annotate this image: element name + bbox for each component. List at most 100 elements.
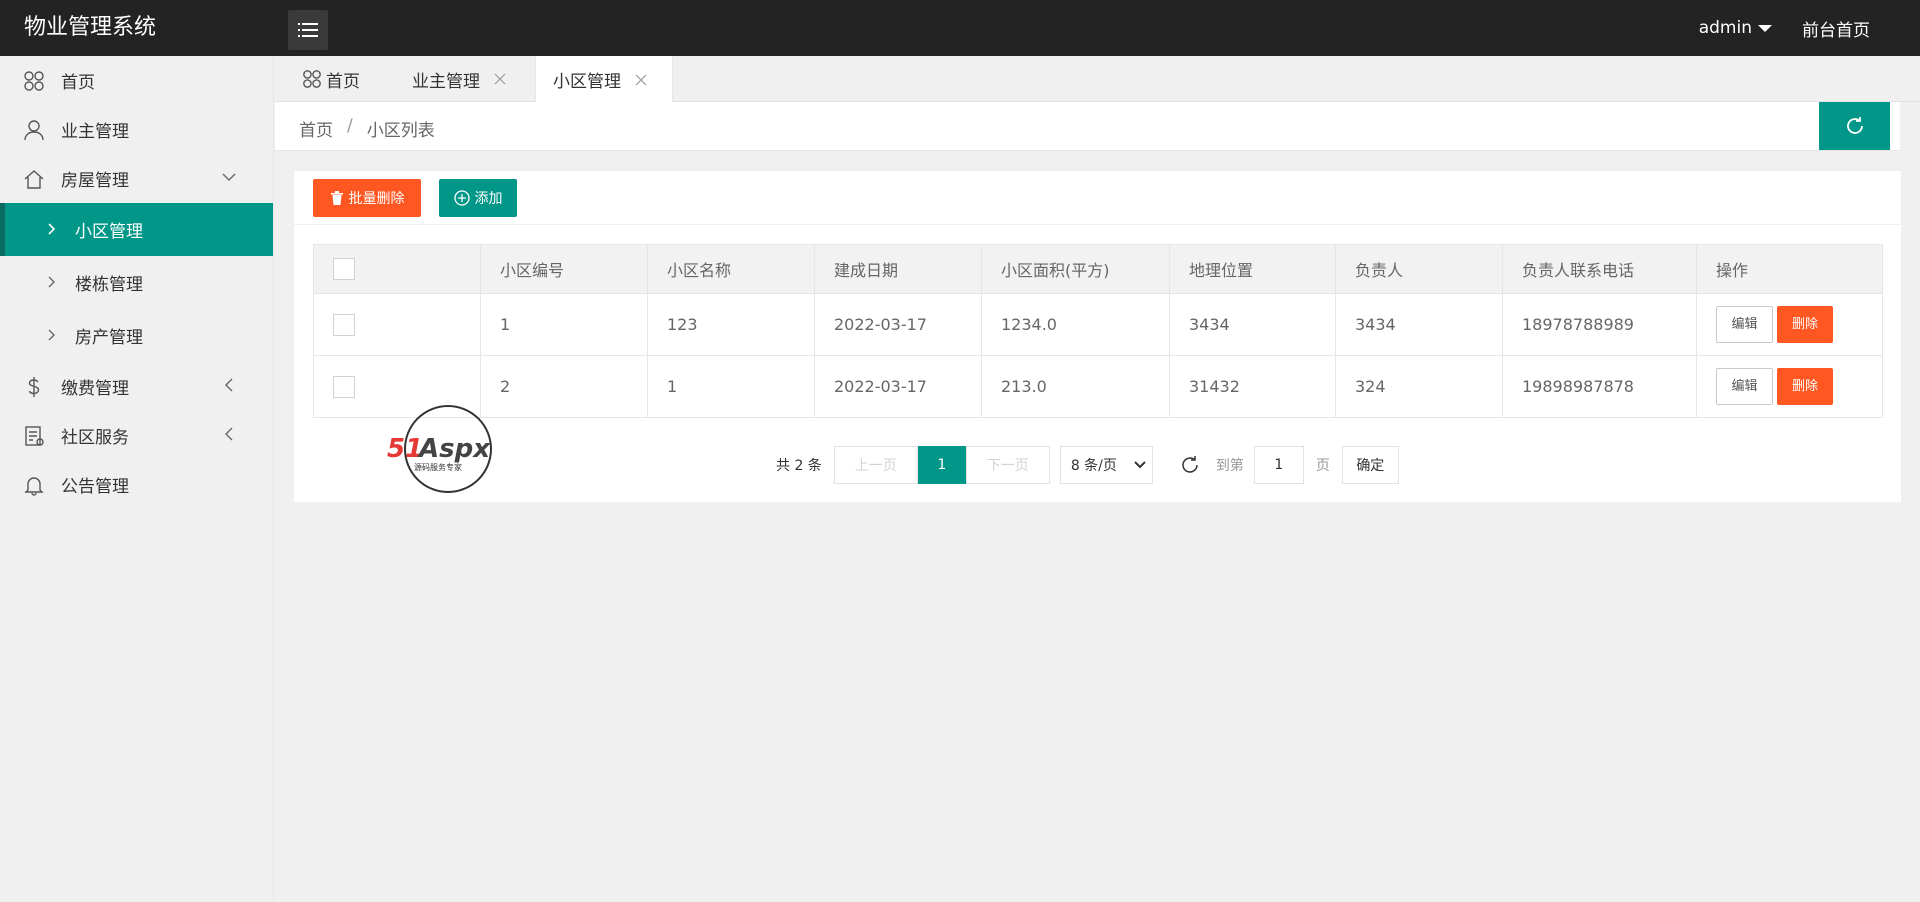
- delete-button[interactable]: 删除: [1777, 306, 1833, 343]
- column-header: 小区编号: [480, 244, 648, 294]
- sidebar-item-label: 小区管理: [75, 222, 143, 242]
- row-checkbox[interactable]: [333, 375, 355, 398]
- sidebar-item-label: 首页: [61, 73, 95, 93]
- delete-button[interactable]: 删除: [1777, 368, 1833, 405]
- table-cell: 1: [480, 293, 648, 356]
- prev-page-button[interactable]: 上一页: [833, 446, 918, 484]
- column-header: 负责人: [1335, 244, 1503, 294]
- refresh-button[interactable]: [1819, 102, 1890, 150]
- sidebar-item-property[interactable]: 房产管理: [0, 309, 273, 362]
- breadcrumb: 首页 / 小区列表: [299, 116, 435, 141]
- table-row: 1 123 2022-03-17 1234.0 3434 3434 189787…: [313, 293, 1883, 356]
- table-cell: 2022-03-17: [814, 293, 982, 356]
- close-icon[interactable]: [494, 73, 506, 85]
- batch-delete-label: 批量删除: [348, 191, 405, 207]
- actions-cell: 编辑 删除: [1696, 355, 1883, 418]
- user-icon: [22, 118, 46, 142]
- sidebar-item-label: 缴费管理: [61, 379, 129, 399]
- sidebar-item-label: 房屋管理: [61, 171, 129, 191]
- tab-home[interactable]: 首页: [275, 56, 385, 102]
- home-icon: [22, 167, 46, 191]
- tab-owners[interactable]: 业主管理: [385, 56, 535, 102]
- sidebar-item-building[interactable]: 楼栋管理: [0, 256, 273, 309]
- goto-page-input[interactable]: [1253, 446, 1304, 484]
- actions-cell: 编辑 删除: [1696, 293, 1883, 356]
- menu-toggle-button[interactable]: [288, 10, 328, 50]
- sidebar-item-label: 业主管理: [61, 122, 129, 142]
- add-label: 添加: [474, 191, 503, 207]
- clover-icon: [303, 70, 321, 88]
- svg-text:51: 51: [387, 434, 423, 464]
- user-name: admin: [1698, 18, 1752, 38]
- table-cell: 18978788989: [1502, 293, 1697, 356]
- list-icon: [298, 23, 318, 37]
- table-cell: 1234.0: [981, 293, 1170, 356]
- select-all-cell: [313, 244, 481, 294]
- table-cell: 19898987878: [1502, 355, 1697, 418]
- table-cell: 213.0: [981, 355, 1170, 418]
- sidebar-item-housing[interactable]: 房屋管理: [0, 154, 273, 203]
- table-cell: 324: [1335, 355, 1503, 418]
- app-title: 物业管理系统: [24, 15, 157, 40]
- add-circle-icon: [453, 190, 470, 206]
- sidebar-item-label: 楼栋管理: [75, 275, 143, 295]
- breadcrumb-bar: 首页 / 小区列表: [275, 102, 1900, 151]
- page-number-button[interactable]: 1: [917, 446, 966, 484]
- service-icon: [22, 424, 46, 448]
- tab-bar: 首页 业主管理 小区管理: [275, 56, 1920, 103]
- front-home-link[interactable]: 前台首页: [1802, 16, 1870, 41]
- page-size-value: 8 条/页: [1070, 458, 1117, 474]
- sidebar: 首页 业主管理 房屋管理 小区管理 楼栋管理 房产管理 缴费管理 社区服务 公告…: [0, 56, 274, 902]
- table-cell: 123: [647, 293, 815, 356]
- chevron-right-icon: [44, 221, 58, 237]
- column-header: 操作: [1696, 244, 1883, 294]
- chevron-left-icon: [219, 375, 239, 395]
- sidebar-item-home[interactable]: 首页: [0, 56, 273, 105]
- breadcrumb-home[interactable]: 首页: [299, 116, 333, 141]
- add-button[interactable]: 添加: [439, 179, 517, 217]
- row-checkbox[interactable]: [333, 313, 355, 336]
- chevron-left-icon: [219, 424, 239, 444]
- column-header: 地理位置: [1169, 244, 1336, 294]
- dollar-icon: [22, 375, 46, 399]
- bell-icon: [22, 473, 46, 497]
- page-size-select[interactable]: 8 条/页: [1059, 446, 1153, 484]
- chevron-right-icon: [44, 274, 58, 290]
- breadcrumb-separator: /: [347, 116, 353, 136]
- sidebar-item-label: 社区服务: [61, 428, 129, 448]
- table-cell: 1: [647, 355, 815, 418]
- sidebar-item-payment[interactable]: 缴费管理: [0, 362, 273, 411]
- sidebar-item-notice[interactable]: 公告管理: [0, 460, 273, 509]
- sidebar-item-label: 公告管理: [61, 477, 129, 497]
- chevron-right-icon: [44, 327, 58, 343]
- close-icon[interactable]: [635, 74, 647, 86]
- clover-icon: [22, 69, 46, 93]
- svg-text:Aspx: Aspx: [417, 434, 491, 464]
- pager-refresh-icon[interactable]: [1178, 453, 1202, 477]
- sidebar-item-service[interactable]: 社区服务: [0, 411, 273, 460]
- goto-confirm-button[interactable]: 确定: [1341, 446, 1399, 484]
- column-header: 小区面积(平方): [981, 244, 1170, 294]
- edit-button[interactable]: 编辑: [1716, 368, 1773, 405]
- column-header: 建成日期: [814, 244, 982, 294]
- caret-down-icon: [1758, 24, 1772, 32]
- page-unit-label: 页: [1315, 458, 1330, 474]
- toolbar: 批量删除 添加: [294, 171, 1901, 225]
- tab-label: 首页: [326, 71, 360, 92]
- batch-delete-button[interactable]: 批量删除: [313, 179, 421, 217]
- tab-community[interactable]: 小区管理: [535, 56, 673, 103]
- edit-button[interactable]: 编辑: [1716, 306, 1773, 343]
- table-row: 2 1 2022-03-17 213.0 31432 324 198989878…: [313, 355, 1883, 418]
- table-cell: 2022-03-17: [814, 355, 982, 418]
- watermark-logo: 51 Aspx 源码服务专家: [387, 404, 513, 494]
- header-right: admin 前台首页: [1699, 0, 1920, 56]
- select-all-checkbox[interactable]: [333, 258, 355, 280]
- goto-label: 到第: [1215, 458, 1244, 474]
- user-menu[interactable]: admin: [1699, 18, 1772, 38]
- next-page-button[interactable]: 下一页: [965, 446, 1050, 484]
- table-cell: 3434: [1169, 293, 1336, 356]
- tab-label: 业主管理: [412, 71, 480, 92]
- chevron-down-icon: [1134, 461, 1146, 469]
- sidebar-item-community[interactable]: 小区管理: [0, 203, 273, 256]
- sidebar-item-owners[interactable]: 业主管理: [0, 105, 273, 154]
